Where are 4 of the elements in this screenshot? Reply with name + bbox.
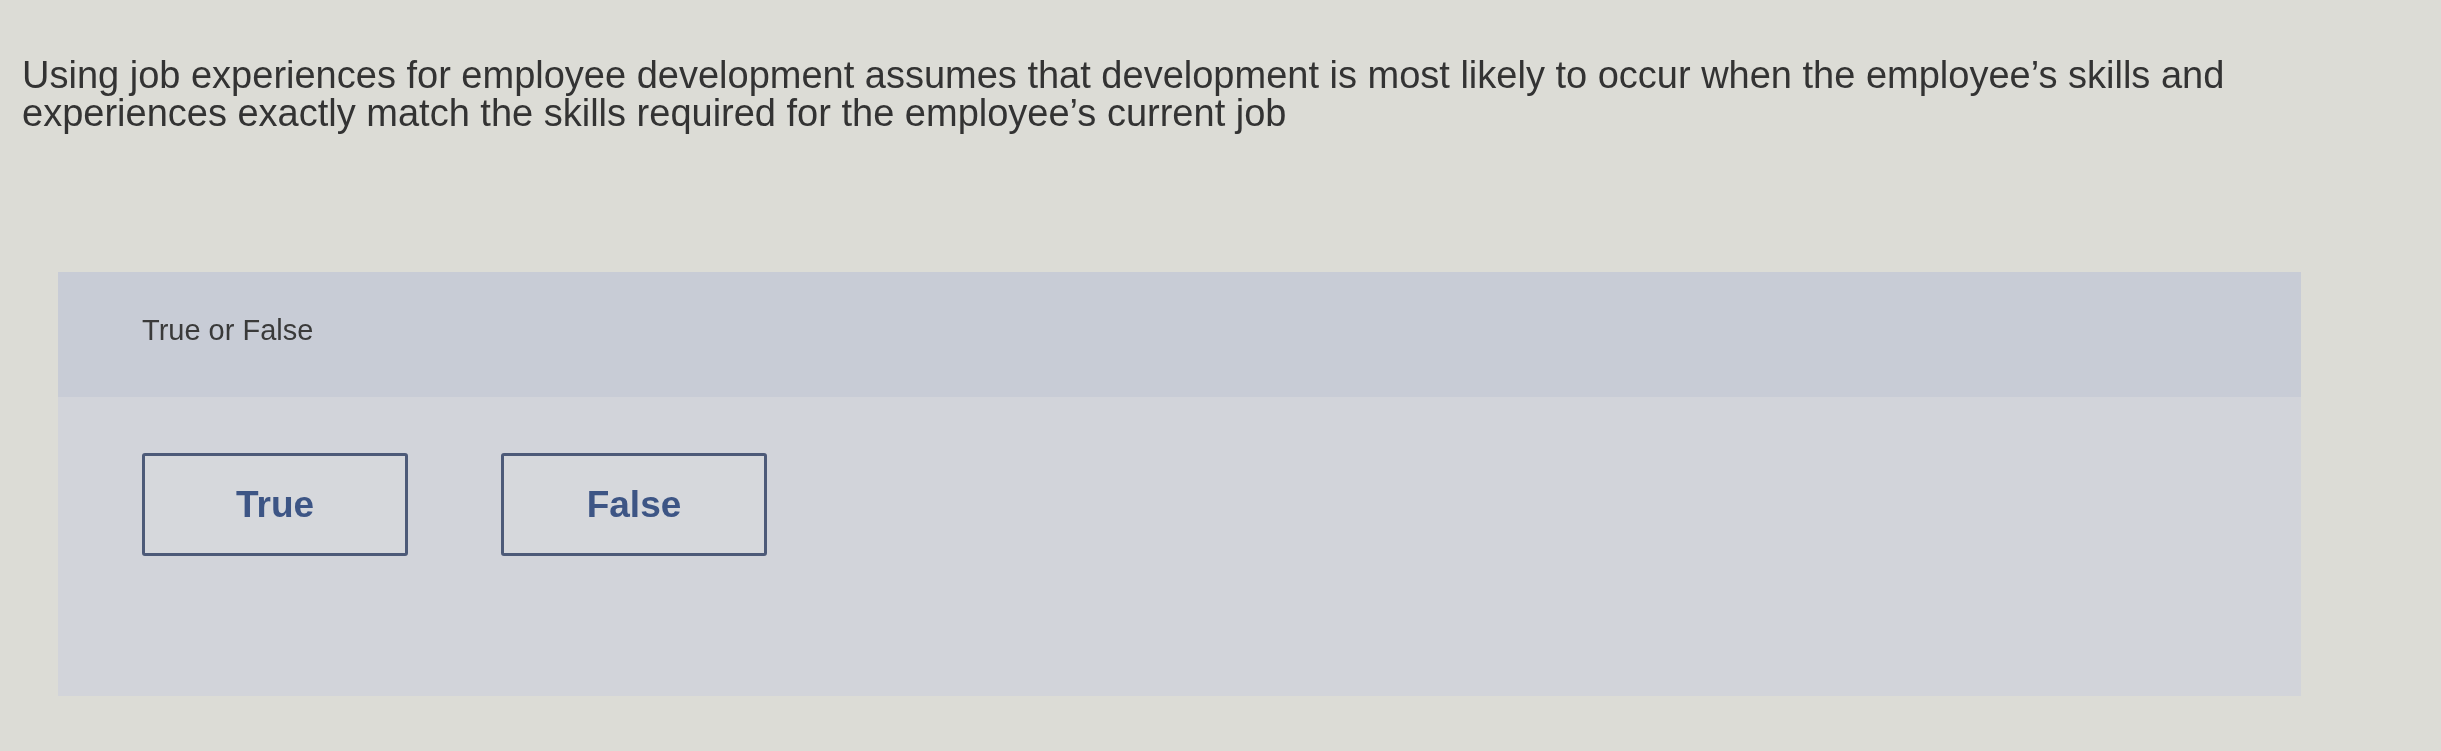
- answer-option-button[interactable]: False: [501, 453, 767, 556]
- prompt-text: True or False: [142, 314, 314, 346]
- question-text: Using job experiences for employee development assumes that development is most likely to occur when the employee’s skills and experiences exactly match the skills required for the employee’s current job: [22, 56, 2226, 132]
- answer-option-button[interactable]: True: [142, 453, 408, 556]
